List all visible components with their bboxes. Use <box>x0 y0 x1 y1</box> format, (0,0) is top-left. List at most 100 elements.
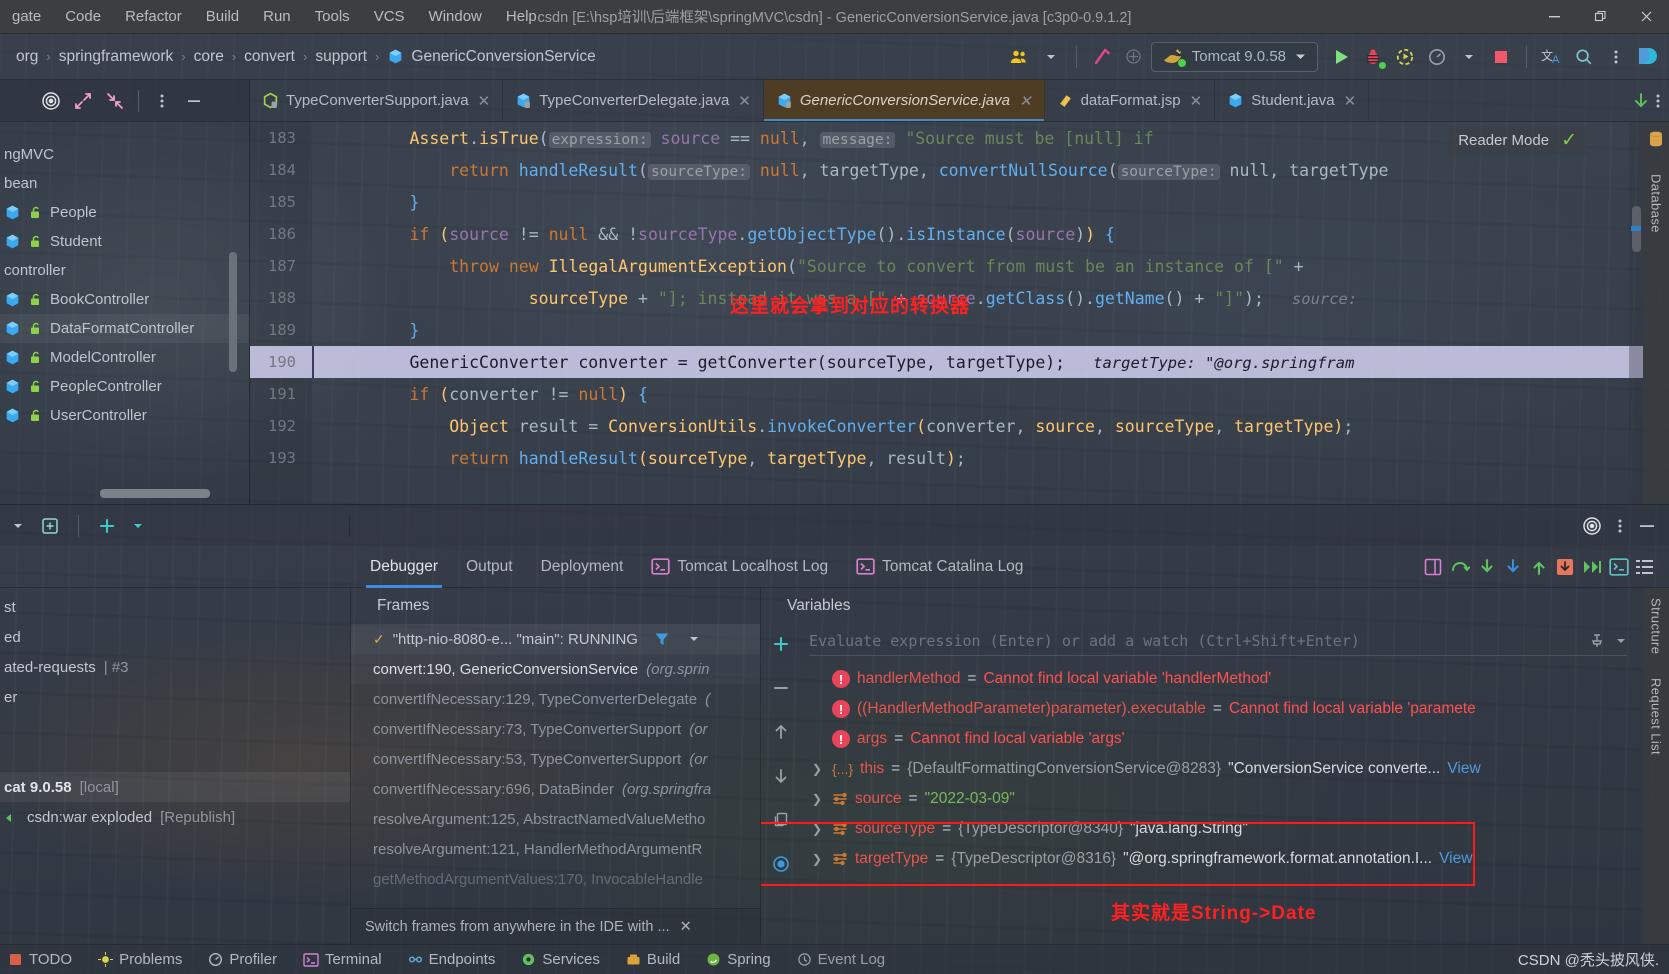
chevron-down-icon[interactable] <box>1036 42 1066 72</box>
menu-tools[interactable]: Tools <box>303 4 362 29</box>
tab-debugger[interactable]: Debugger <box>356 546 452 588</box>
more-vertical-icon[interactable] <box>1601 42 1631 72</box>
download-arrow-icon[interactable] <box>1631 91 1651 111</box>
plus-icon[interactable] <box>97 516 117 536</box>
collapse-icon[interactable] <box>102 88 128 114</box>
frames-thread-row[interactable]: ✓ "http-nio-8080-e... "main": RUNNING <box>351 624 760 654</box>
services-row-tomcat[interactable]: cat 9.0.58 [local] <box>0 772 350 802</box>
code-line-184[interactable]: 184 return handleResult(sourceType: null… <box>250 154 1643 186</box>
tree-node-controller[interactable]: controller <box>0 256 249 285</box>
layout-icon[interactable] <box>1423 557 1443 577</box>
terminal-icon[interactable] <box>1609 557 1629 576</box>
tree-node-student[interactable]: Student <box>0 227 249 256</box>
expand-chevron-icon[interactable]: ❯ <box>809 852 825 866</box>
menu-refactor[interactable]: Refactor <box>113 4 194 29</box>
right-rail-label-request-list[interactable]: Request List <box>1649 678 1664 755</box>
services-row-0[interactable]: st <box>0 592 350 622</box>
services-row-artifact[interactable]: csdn:war exploded [Republish] <box>0 802 350 832</box>
editor-tab-typeconvertersupport[interactable]: TypeConverterSupport.java ✕ <box>250 80 504 121</box>
tab-tomcat-localhost-log[interactable]: Tomcat Localhost Log <box>637 546 842 588</box>
menu-build[interactable]: Build <box>194 4 251 29</box>
tab-output[interactable]: Output <box>452 546 527 588</box>
close-button[interactable] <box>1623 0 1669 34</box>
tree-node-usercontroller[interactable]: UserController <box>0 401 249 430</box>
tree-node-bean[interactable]: bean <box>0 169 249 198</box>
evaluate-expression-input[interactable]: Evaluate expression (Enter) or add a wat… <box>809 626 1627 656</box>
run-button[interactable] <box>1326 42 1356 72</box>
breadcrumb-convert[interactable]: convert <box>238 46 301 68</box>
status-build[interactable]: Build <box>626 951 680 968</box>
variable-row-handlerMethod[interactable]: ! handlerMethod = Cannot find local vari… <box>809 664 1643 694</box>
expand-icon[interactable] <box>70 88 96 114</box>
code-line-183[interactable]: 183 Assert.isTrue(expression: source == … <box>250 122 1643 154</box>
target-icon[interactable] <box>38 88 64 114</box>
code-line-185[interactable]: 185 } <box>250 186 1643 218</box>
pin-icon[interactable] <box>1589 633 1605 649</box>
filter-icon[interactable] <box>654 631 670 647</box>
maximize-restore-button[interactable] <box>1577 0 1623 34</box>
editor-scrollbar-track[interactable] <box>1629 122 1643 504</box>
tree-node-people[interactable]: People <box>0 198 249 227</box>
run-configuration-selector[interactable]: Tomcat 9.0.58 <box>1150 41 1318 72</box>
stop-button[interactable] <box>1486 42 1516 72</box>
menu-vcs[interactable]: VCS <box>362 4 417 29</box>
tree-node-springmvc[interactable]: ngMVC <box>0 140 249 169</box>
close-icon[interactable]: ✕ <box>680 919 692 935</box>
gradle-icon[interactable] <box>1119 42 1149 72</box>
editor-tab-typeconverterdelegate[interactable]: TypeConverterDelegate.java ✕ <box>503 80 764 121</box>
frames-list[interactable]: ✓ "http-nio-8080-e... "main": RUNNING co… <box>351 624 760 908</box>
code-line-193[interactable]: 193 return handleResult(sourceType, targ… <box>250 442 1643 474</box>
more-vertical-icon[interactable] <box>1617 516 1623 536</box>
code-line-192[interactable]: 192 Object result = ConversionUtils.invo… <box>250 410 1643 442</box>
breadcrumb-support[interactable]: support <box>309 46 373 68</box>
hammer-build-icon[interactable] <box>1087 42 1117 72</box>
variable-row-source[interactable]: ❯ source = "2022-03-09" <box>809 784 1643 814</box>
tree-node-modelcontroller[interactable]: ModelController <box>0 343 249 372</box>
view-link[interactable]: View <box>1447 760 1480 778</box>
expand-chevron-icon[interactable]: ❯ <box>809 822 825 836</box>
frame-row[interactable]: convertIfNecessary:129, TypeConverterDel… <box>351 684 760 714</box>
code-line-186[interactable]: 186 if (source != null && !sourceType.ge… <box>250 218 1643 250</box>
variable-row-args[interactable]: ! args = Cannot find local variable 'arg… <box>809 724 1643 754</box>
status-event-log[interactable]: Event Log <box>797 951 885 968</box>
breadcrumb-core[interactable]: core <box>188 46 230 68</box>
tree-node-bookcontroller[interactable]: BookController <box>0 285 249 314</box>
menu-code[interactable]: Code <box>53 4 113 29</box>
settings-target-icon[interactable] <box>1581 515 1603 537</box>
editor-tab-dataformat-jsp[interactable]: dataFormat.jsp ✕ <box>1045 80 1216 121</box>
database-icon[interactable] <box>1647 130 1665 148</box>
right-rail-label-structure[interactable]: Structure <box>1649 598 1664 654</box>
frame-row[interactable]: convertIfNecessary:73, TypeConverterSupp… <box>351 714 760 744</box>
more-vertical-icon[interactable] <box>149 88 175 114</box>
view-link[interactable]: View <box>1439 850 1472 868</box>
editor-tab-genericconversionservice[interactable]: GenericConversionService.java ✕ <box>763 80 1045 121</box>
variable-row-this[interactable]: ❯ {...} this = {DefaultFormattingConvers… <box>809 754 1643 784</box>
frame-row[interactable]: resolveArgument:125, AbstractNamedValueM… <box>351 804 760 834</box>
menu-navigate[interactable]: gate <box>0 4 53 29</box>
close-icon[interactable]: ✕ <box>1188 92 1205 110</box>
status-spring[interactable]: Spring <box>706 951 771 968</box>
step-out-icon[interactable] <box>1529 557 1549 577</box>
search-icon[interactable] <box>1569 42 1599 72</box>
variables-list[interactable]: ! handlerMethod = Cannot find local vari… <box>761 658 1643 944</box>
debug-button[interactable] <box>1358 42 1388 72</box>
services-row-1[interactable]: ed <box>0 622 350 652</box>
menu-run[interactable]: Run <box>251 4 303 29</box>
expand-chevron-icon[interactable]: ❯ <box>809 792 825 806</box>
menu-window[interactable]: Window <box>417 4 494 29</box>
profiler-icon[interactable] <box>1422 42 1452 72</box>
step-into-icon[interactable] <box>1477 557 1497 577</box>
project-hscrollbar[interactable] <box>100 489 210 498</box>
close-icon[interactable]: ✕ <box>1342 92 1359 110</box>
menu-help[interactable]: Help <box>494 4 549 29</box>
services-row-3[interactable]: er <box>0 682 350 712</box>
tree-node-peoplecontroller[interactable]: PeopleController <box>0 372 249 401</box>
status-terminal[interactable]: Terminal <box>303 951 382 968</box>
add-configuration-icon[interactable] <box>40 516 60 536</box>
close-icon[interactable]: ✕ <box>476 92 493 110</box>
people-icon[interactable] <box>1004 42 1034 72</box>
ide-logo-icon[interactable] <box>1633 42 1663 72</box>
frame-row[interactable]: convertIfNecessary:696, DataBinder (org.… <box>351 774 760 804</box>
chevron-down-icon[interactable] <box>133 521 143 531</box>
run-with-coverage-button[interactable] <box>1390 42 1420 72</box>
